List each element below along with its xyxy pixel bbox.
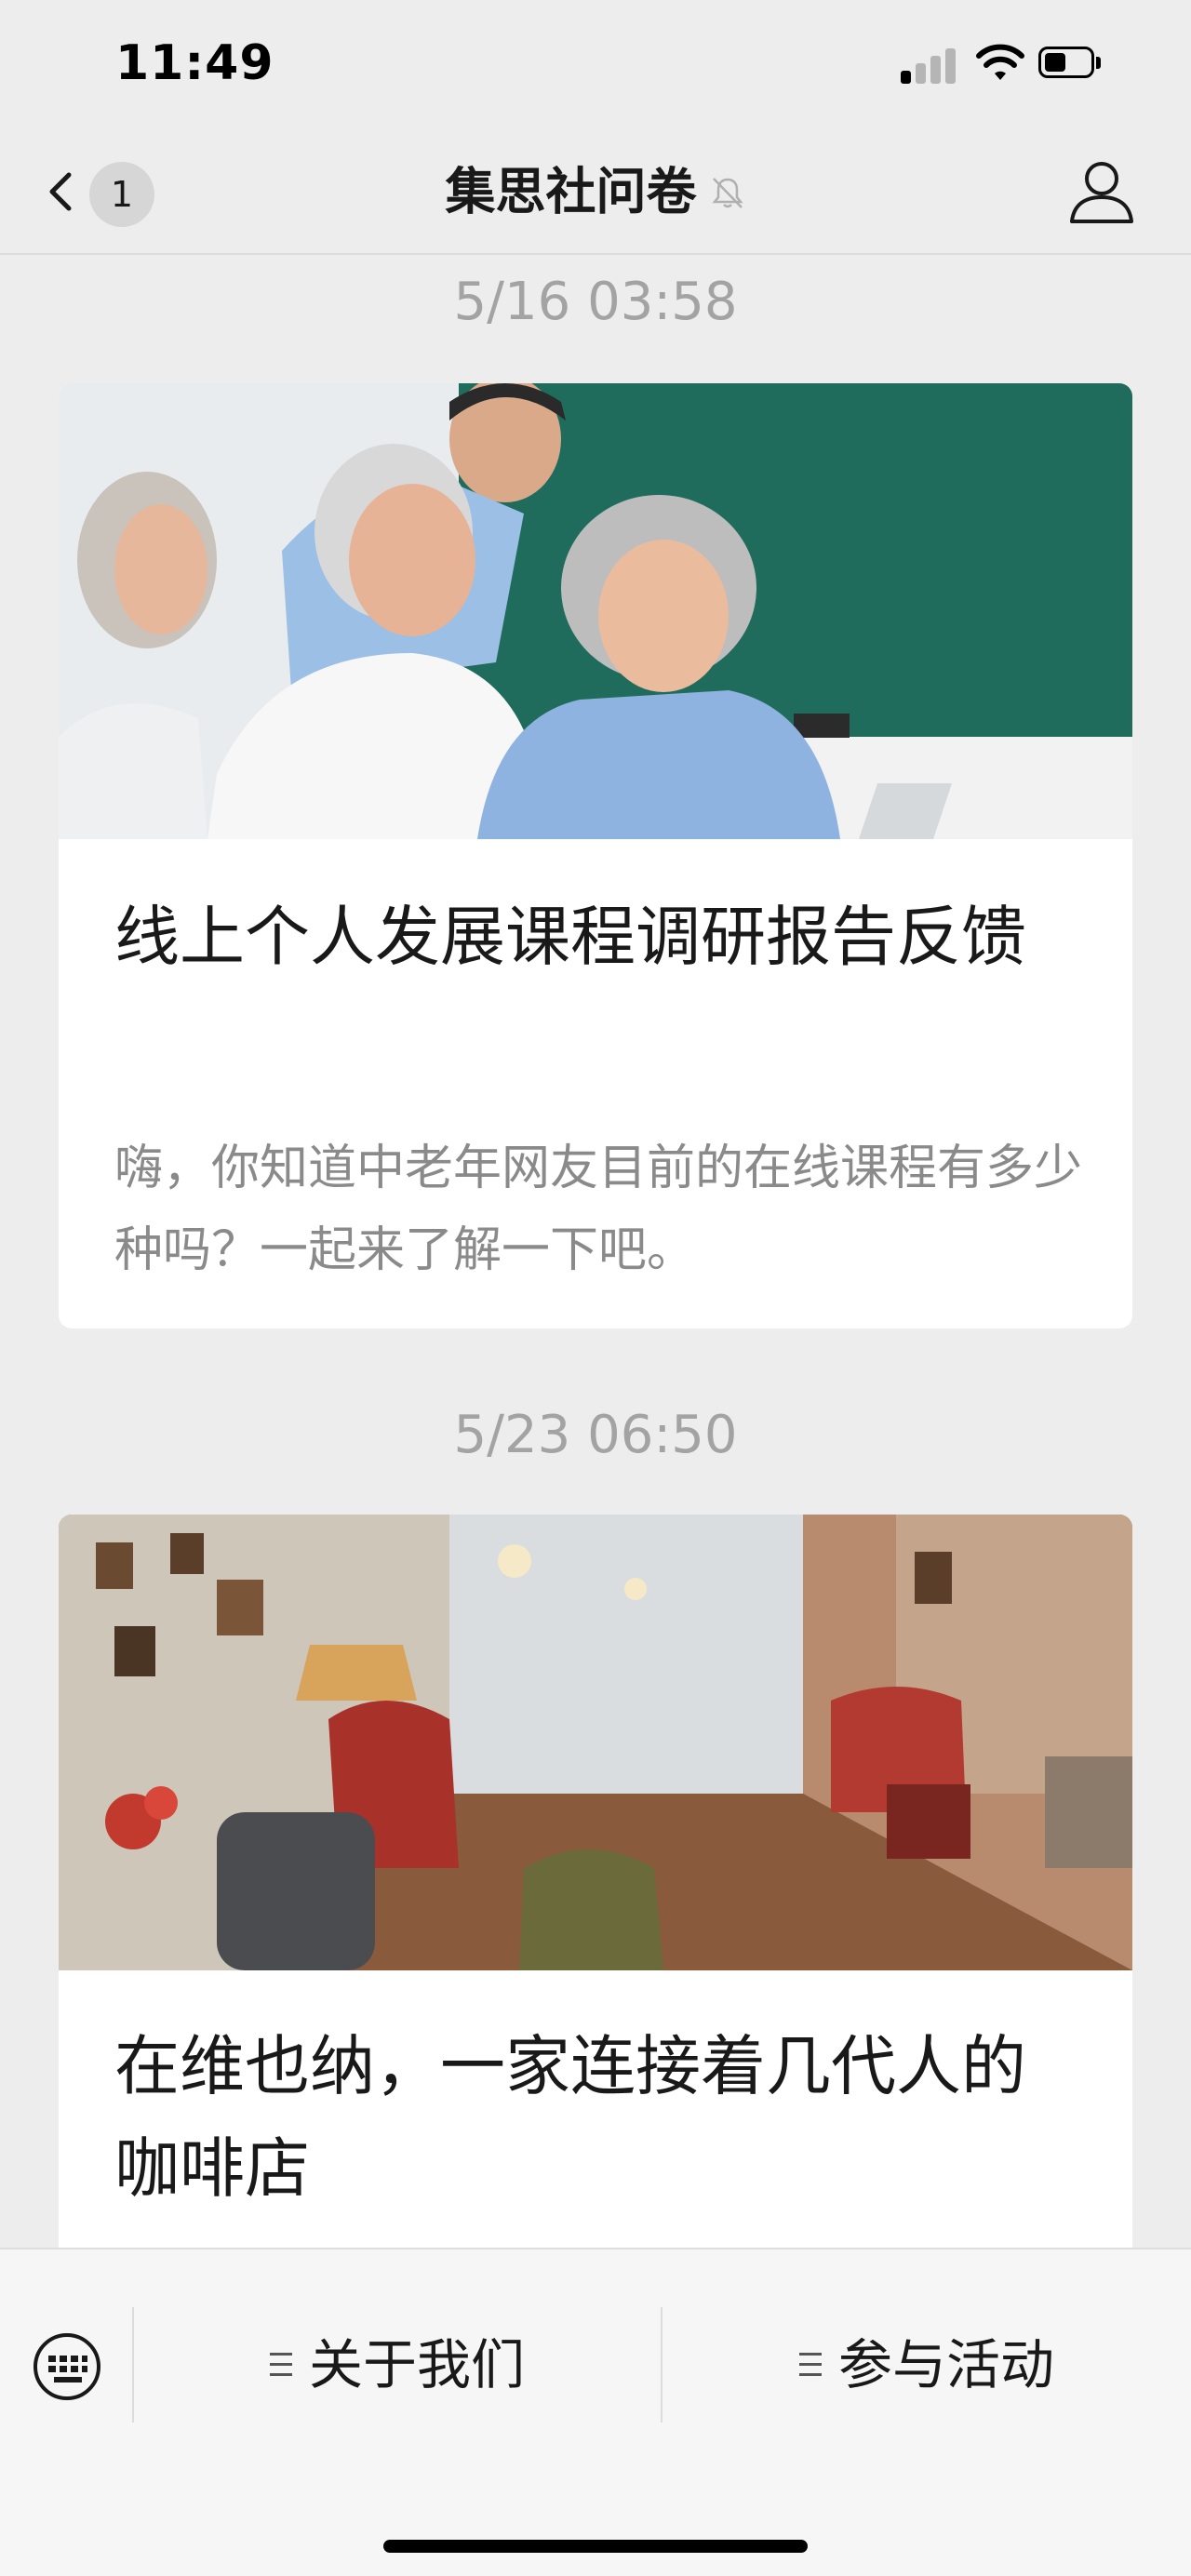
article-card[interactable]: 线上个人发展课程调研报告反馈 嗨，你知道中老年网友目前的在线课程有多少种吗？一起… xyxy=(59,383,1132,1328)
article-cover-image xyxy=(59,1515,1132,1970)
article-card[interactable]: 在维也纳，一家连接着几代人的咖啡店 xyxy=(59,1515,1132,2248)
navigation-bar: 集思社问卷 1 xyxy=(0,130,1191,255)
home-indicator xyxy=(383,2540,808,2553)
battery-icon xyxy=(1038,47,1104,80)
page-title: 集思社问卷 xyxy=(445,162,697,221)
article-title: 在维也纳，一家连接着几代人的咖啡店 xyxy=(114,2028,1026,2207)
chevron-left-icon xyxy=(49,172,72,211)
profile-icon[interactable] xyxy=(1066,156,1137,227)
back-button[interactable]: 1 xyxy=(37,158,167,227)
article-title: 线上个人发展课程调研报告反馈 xyxy=(114,899,1026,975)
article-description: 嗨，你知道中老年网友目前的在线课程有多少种吗？一起来了解一下吧。 xyxy=(114,1141,1083,1278)
article-cover-image xyxy=(59,383,1132,839)
unread-count-badge: 1 xyxy=(89,162,154,227)
menu-item-label: 关于我们 xyxy=(308,2333,525,2396)
menu-item-label: 参与活动 xyxy=(837,2333,1054,2396)
bottom-menu: 关于我们 参与活动 xyxy=(0,2248,1191,2576)
cellular-signal-icon xyxy=(901,47,957,84)
status-bar: 11:49 xyxy=(0,0,1191,130)
message-timestamp: 5/23 06:50 xyxy=(453,1405,738,1465)
menu-lines-icon xyxy=(269,2352,292,2377)
message-feed[interactable]: 5/16 03:58 线上个人发展课程调研报告反馈 嗨，你知道中老年网友目前的在… xyxy=(0,253,1191,2248)
menu-item-about-us[interactable]: 关于我们 xyxy=(134,2307,661,2423)
title-wrap: 集思社问卷 xyxy=(0,130,1191,253)
wifi-icon xyxy=(976,44,1024,80)
menu-lines-icon xyxy=(798,2352,822,2377)
status-time: 11:49 xyxy=(115,35,274,91)
mute-bell-icon xyxy=(711,177,743,208)
message-timestamp: 5/16 03:58 xyxy=(453,272,738,332)
menu-item-join-activity[interactable]: 参与活动 xyxy=(662,2307,1191,2423)
keyboard-icon[interactable] xyxy=(30,2329,104,2404)
